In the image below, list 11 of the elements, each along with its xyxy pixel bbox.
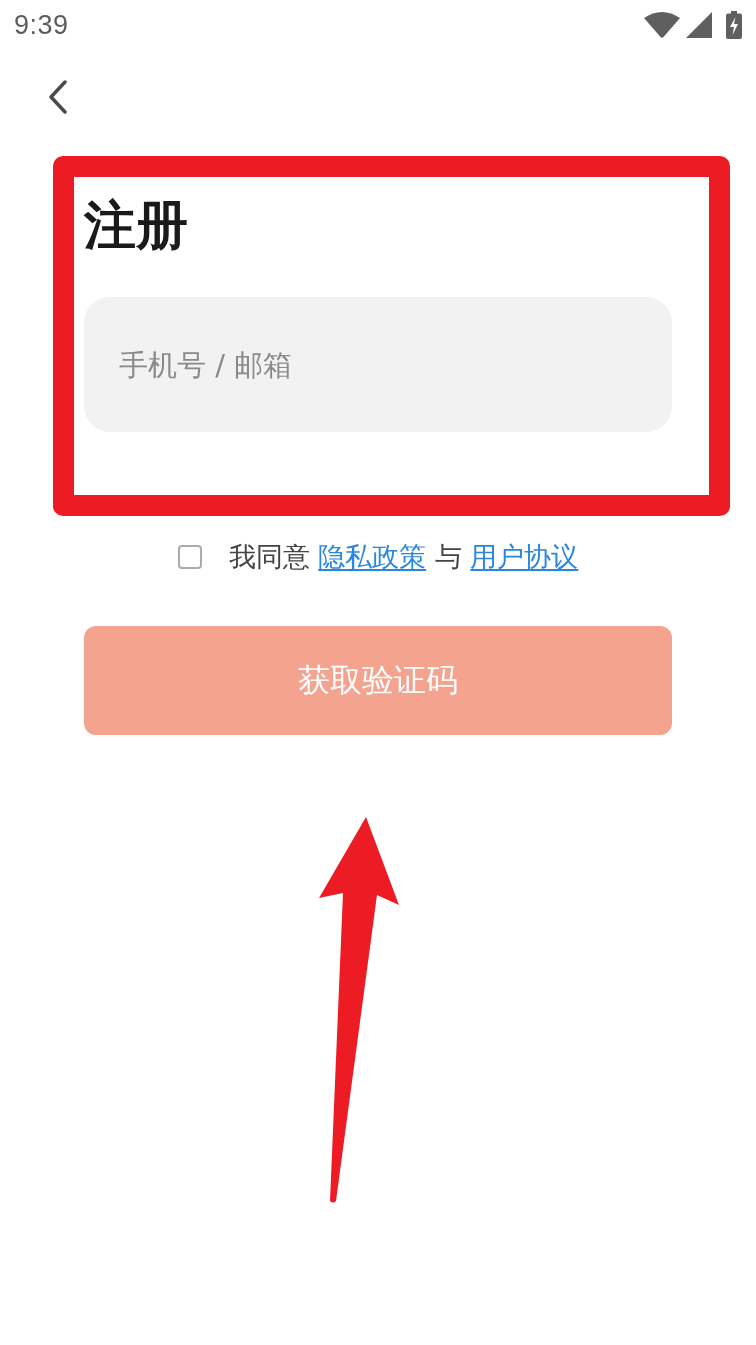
battery-charging-icon	[726, 11, 742, 39]
agreement-checkbox[interactable]	[177, 545, 202, 569]
status-time: 9:39	[14, 9, 69, 41]
signal-icon	[686, 12, 712, 38]
wifi-icon	[644, 12, 680, 38]
back-icon	[48, 80, 68, 114]
account-input-field[interactable]: 手机号 / 邮箱	[84, 297, 672, 432]
agreement-link[interactable]: 用户协议	[470, 541, 579, 572]
agreement-link[interactable]: 隐私政策	[318, 541, 427, 572]
agreement-text: 我同意 隐私政策 与 用户协议	[228, 540, 579, 574]
page-title: 注册	[84, 194, 188, 256]
